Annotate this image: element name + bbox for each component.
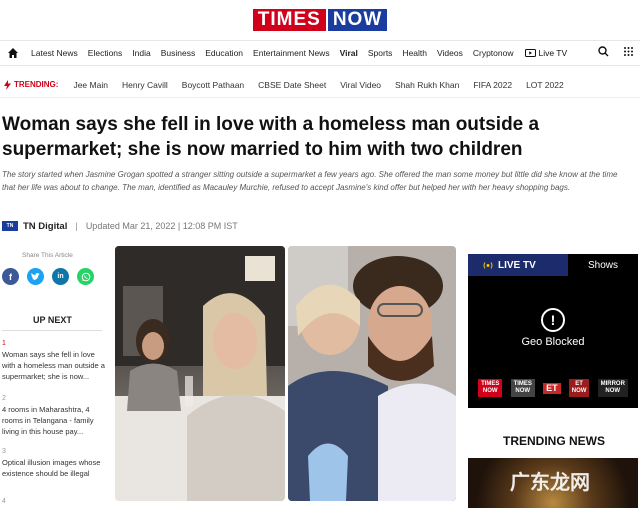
nav-videos[interactable]: Videos (432, 48, 468, 58)
nav-cryptonow[interactable]: Cryptonow (468, 48, 519, 58)
apps-grid-icon[interactable] (623, 44, 634, 62)
channel-et-now[interactable]: ET NOW (568, 379, 590, 397)
article-photo-right (288, 246, 456, 501)
linkedin-icon[interactable]: in (52, 268, 69, 285)
article-byline: TN TN Digital | Updated Mar 21, 2022 | 1… (2, 218, 238, 234)
channel-times-now[interactable]: TIMES NOW (478, 379, 503, 397)
live-tv-title: LIVE TV (498, 259, 536, 271)
nav-entertainment[interactable]: Entertainment News (248, 48, 335, 58)
upnext-title: UP NEXT (33, 315, 72, 325)
live-tv-widget[interactable]: LIVE TV Shows ! Geo Blocked TIMES NOW TIM… (468, 254, 638, 408)
trending-item[interactable]: Henry Cavill (115, 80, 175, 90)
channel-et[interactable]: ET (543, 382, 561, 394)
upnext-item[interactable]: 1 Woman says she fell in love with a hom… (2, 338, 106, 382)
trending-item[interactable]: FIFA 2022 (466, 80, 519, 90)
trending-label-text: TRENDING: (14, 80, 59, 89)
live-broadcast-icon (483, 261, 493, 269)
nav-elections[interactable]: Elections (83, 48, 128, 58)
home-icon[interactable] (0, 47, 26, 59)
tv-icon (524, 48, 536, 57)
trending-bar: TRENDING: Jee Main Henry Cavill Boycott … (0, 72, 640, 98)
nav-education[interactable]: Education (200, 48, 248, 58)
author-logo: TN (2, 221, 18, 231)
live-tv-tab[interactable]: LIVE TV (468, 254, 568, 276)
upnext-number: 1 (2, 340, 6, 347)
article-headline: Woman says she fell in love with a homel… (2, 114, 540, 160)
trending-item[interactable]: Viral Video (333, 80, 388, 90)
trending-item[interactable]: CBSE Date Sheet (251, 80, 333, 90)
watermark: 广东龙网 (510, 472, 590, 494)
upnext-number: 4 (2, 498, 6, 505)
trending-item[interactable]: LOT 2022 (519, 80, 571, 90)
logo-times: TIMES (252, 9, 326, 31)
upnext-number: 3 (2, 448, 6, 455)
nav-sports[interactable]: Sports (363, 48, 398, 58)
upnext-text: 4 rooms in Maharashtra, 4 rooms in Telan… (2, 405, 94, 436)
nav-live-tv[interactable]: Live TV (519, 48, 574, 58)
nav-viral[interactable]: Viral (335, 48, 363, 58)
upnext-text: Woman says she fell in love with a homel… (2, 350, 105, 381)
share-icons: f in (2, 268, 94, 285)
header-logo-bar: TIMES NOW (0, 0, 640, 40)
main-nav: Latest News Elections India Business Edu… (0, 40, 640, 66)
nav-business[interactable]: Business (156, 48, 201, 58)
facebook-icon[interactable]: f (2, 268, 19, 285)
geo-blocked-text: Geo Blocked (521, 336, 585, 348)
trending-item[interactable]: Shah Rukh Khan (388, 80, 466, 90)
alert-icon: ! (541, 308, 565, 332)
trending-label: TRENDING: (0, 79, 66, 90)
upnext-number: 2 (2, 395, 6, 402)
trending-item[interactable]: Boycott Pathaan (175, 80, 251, 90)
nav-live-tv-label: Live TV (538, 48, 568, 58)
nav-health[interactable]: Health (397, 48, 432, 58)
nav-latest-news[interactable]: Latest News (26, 48, 83, 58)
twitter-icon[interactable] (27, 268, 44, 285)
upnext-text: Optical illusion images whose existence … (2, 458, 101, 478)
lightning-icon (4, 79, 11, 90)
nav-india[interactable]: India (127, 48, 155, 58)
upnext-item[interactable]: 2 4 rooms in Maharashtra, 4 rooms in Tel… (2, 393, 106, 437)
shows-tab[interactable]: Shows (568, 254, 638, 276)
trending-item[interactable]: Jee Main (66, 80, 115, 90)
article-summary: The story started when Jasmine Grogan sp… (2, 170, 618, 192)
channel-list: TIMES NOW TIMES NOW ET ET NOW MIRROR NOW (468, 377, 638, 399)
channel-times-now-navbharat[interactable]: TIMES NOW (510, 379, 535, 397)
whatsapp-icon[interactable] (77, 268, 94, 285)
logo-now: NOW (327, 9, 388, 31)
upnext-divider (2, 330, 102, 331)
author-name[interactable]: TN Digital (23, 221, 67, 232)
share-label: Share This Article (22, 252, 73, 259)
site-logo[interactable]: TIMES NOW (252, 9, 388, 31)
channel-mirror-now[interactable]: MIRROR NOW (597, 379, 628, 397)
trending-news-heading: TRENDING NEWS (503, 434, 605, 448)
search-icon[interactable] (598, 44, 609, 62)
byline-separator: | (75, 220, 78, 232)
article-photo-left (115, 246, 285, 501)
upnext-item[interactable]: 4 (2, 496, 106, 507)
updated-timestamp: Updated Mar 21, 2022 | 12:08 PM IST (85, 221, 238, 231)
upnext-item[interactable]: 3 Optical illusion images whose existenc… (2, 446, 106, 479)
